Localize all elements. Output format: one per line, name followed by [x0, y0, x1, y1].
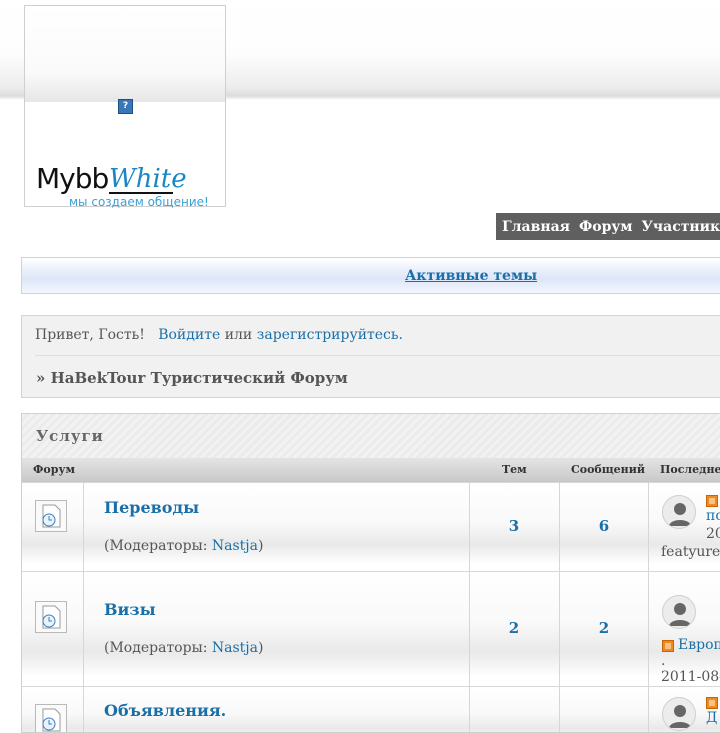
cell-divider — [559, 483, 560, 571]
main-nav: Главная Форум Участники — [496, 213, 720, 240]
forum-row: Объявления. Д — [22, 686, 720, 732]
col-topics: Тем — [502, 463, 527, 476]
last-post-time: 2011-08- — [661, 669, 720, 685]
mods-suffix: ) — [258, 538, 264, 554]
welcome-box: Привет, Гость! Войдите или зарегистрируй… — [21, 315, 720, 398]
topic-count: 3 — [508, 517, 520, 535]
breadcrumb: » HaBekTour Туристический Форум — [36, 369, 348, 387]
register-link[interactable]: зарегистрируйтесь. — [257, 327, 403, 343]
last-post-date: 20 — [706, 526, 720, 542]
cell-divider — [83, 572, 84, 686]
post-count: 6 — [598, 517, 610, 535]
cell-divider — [469, 687, 470, 732]
last-post-author[interactable]: featyures — [661, 544, 720, 560]
category-header: Услуги — [22, 414, 720, 458]
topic-count: 2 — [508, 619, 520, 637]
default-avatar-icon[interactable] — [662, 697, 696, 731]
moderator-link[interactable]: Nastja — [212, 538, 258, 554]
cell-divider — [83, 687, 84, 732]
col-forum: Форум — [33, 463, 76, 476]
last-post-link[interactable]: Д — [706, 710, 717, 726]
last-post-date: . — [661, 653, 666, 669]
cell-divider — [469, 572, 470, 686]
forum-title-link[interactable]: Визы — [104, 600, 156, 619]
category-services: Услуги Форум Тем Сообщений Последнее Пер… — [21, 413, 720, 733]
cell-divider — [83, 483, 84, 571]
active-topics-link[interactable]: Активные темы — [405, 268, 537, 284]
forum-title-link[interactable]: Объявления. — [104, 701, 226, 720]
logo-brand-accent: White — [109, 164, 187, 194]
site-logo[interactable]: ? Mybb White мы создаем общение! — [24, 5, 226, 209]
column-headers: Форум Тем Сообщений Последнее — [22, 458, 720, 482]
logo-underline — [109, 192, 173, 194]
mods-prefix: (Модераторы: — [104, 538, 212, 554]
nav-home[interactable]: Главная — [502, 219, 570, 235]
moderators: (Модераторы: Nastja) — [104, 538, 263, 554]
cell-divider — [559, 572, 560, 686]
moderators: (Модераторы: Nastja) — [104, 640, 263, 656]
forum-row: Визы (Модераторы: Nastja) 2 2 Европ . 20… — [22, 571, 720, 686]
broken-image-icon: ? — [118, 99, 133, 114]
logo-brand-main: Mybb — [36, 162, 109, 195]
cell-divider — [648, 687, 649, 732]
rss-icon[interactable] — [662, 640, 674, 652]
rss-icon[interactable] — [706, 495, 718, 507]
mods-suffix: ) — [258, 640, 264, 656]
col-posts: Сообщений — [571, 463, 646, 476]
login-link[interactable]: Войдите — [158, 327, 220, 343]
cell-divider — [648, 572, 649, 686]
mods-prefix: (Модераторы: — [104, 640, 212, 656]
logo-tagline: мы создаем общение! — [69, 195, 209, 209]
clock-document-icon — [35, 704, 67, 732]
category-title[interactable]: Услуги — [36, 427, 104, 445]
moderator-link[interactable]: Nastja — [212, 640, 258, 656]
cell-divider — [469, 483, 470, 571]
cell-divider — [648, 483, 649, 571]
nav-members[interactable]: Участники — [642, 219, 720, 235]
logo-band — [25, 6, 225, 102]
post-count: 2 — [598, 619, 610, 637]
welcome-divider — [35, 355, 720, 356]
nav-forum[interactable]: Форум — [579, 219, 633, 235]
clock-document-icon — [35, 601, 67, 633]
last-post-link[interactable]: Европ — [678, 637, 720, 653]
last-post-link[interactable]: по — [706, 508, 720, 524]
default-avatar-icon[interactable] — [662, 495, 696, 529]
or-text: или — [224, 327, 253, 343]
welcome-line: Привет, Гость! Войдите или зарегистрируй… — [35, 327, 403, 343]
forum-title-link[interactable]: Переводы — [104, 498, 199, 517]
default-avatar-icon[interactable] — [662, 595, 696, 629]
clock-document-icon — [35, 500, 67, 532]
forum-row: Переводы (Модераторы: Nastja) 3 6 по 20 … — [22, 482, 720, 571]
cell-divider — [559, 687, 560, 732]
col-last: Последнее — [660, 463, 720, 476]
active-topics-bar: Активные темы — [21, 257, 720, 294]
rss-icon[interactable] — [706, 697, 718, 709]
guest-greeting: Привет, Гость! — [35, 327, 145, 343]
